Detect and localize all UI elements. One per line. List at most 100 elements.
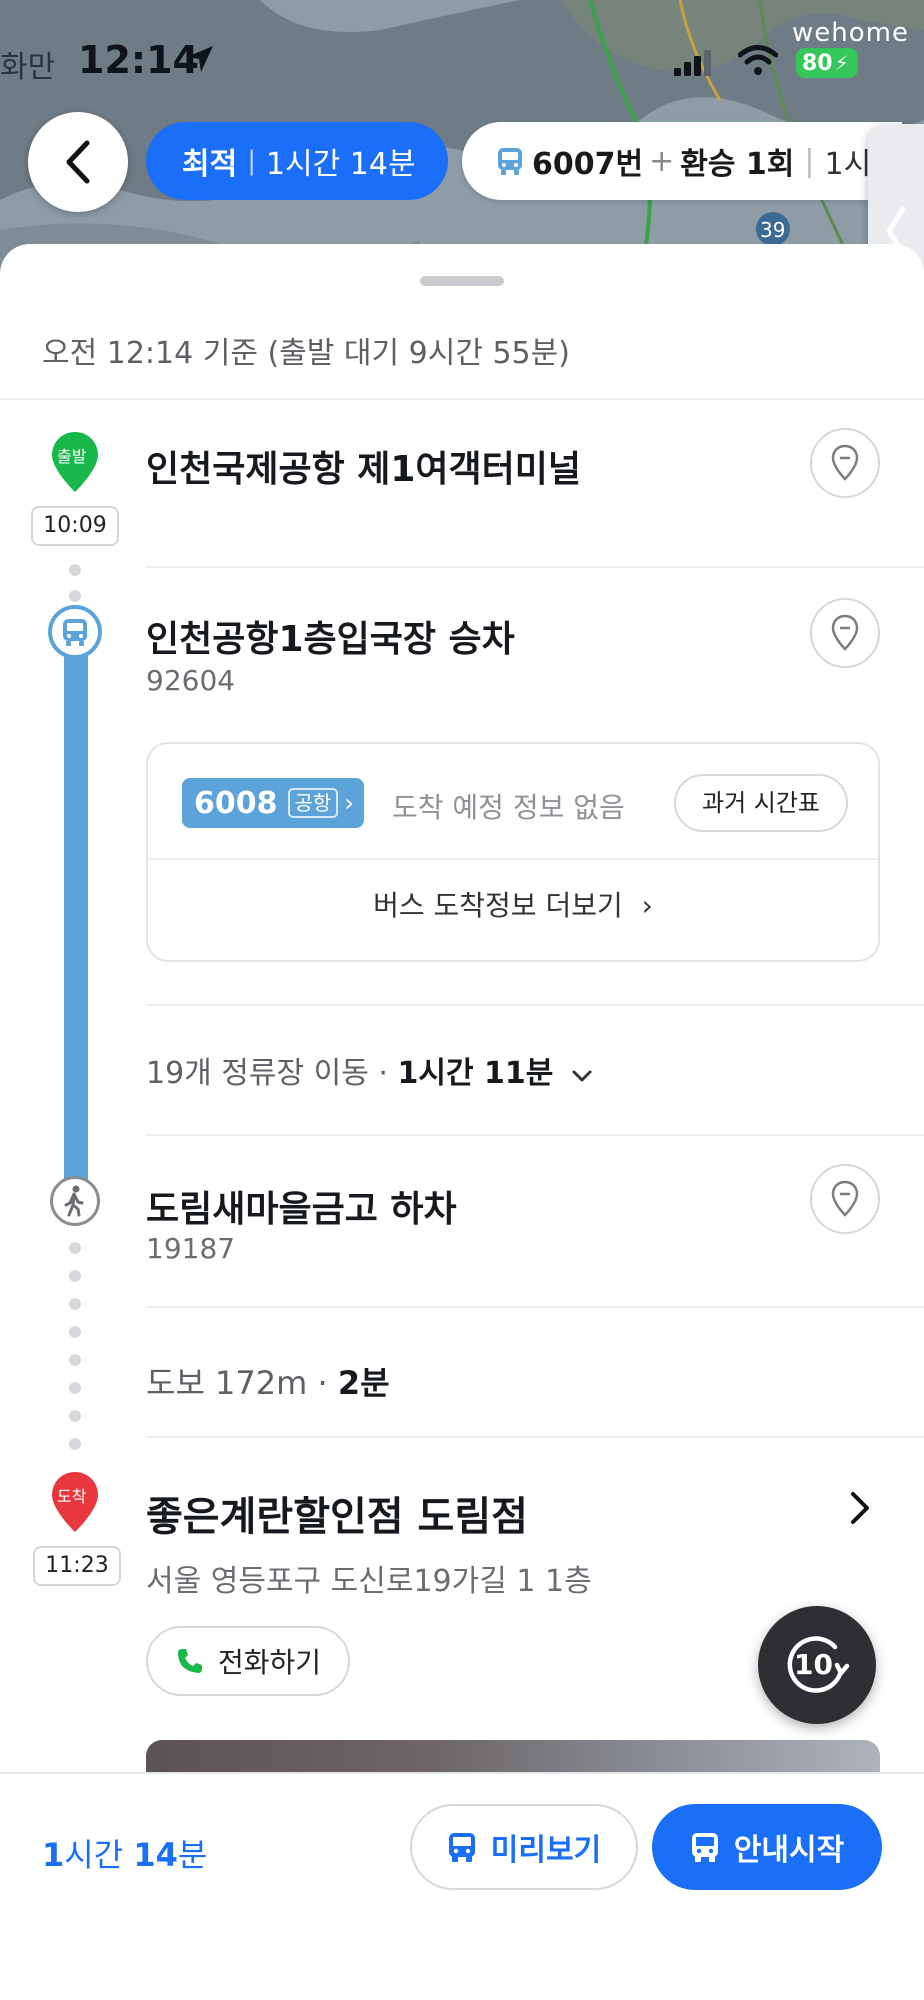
total-minutes-unit: 분 xyxy=(177,1836,208,1874)
chevron-left-icon xyxy=(66,140,90,184)
past-timetable-button[interactable]: 과거 시간표 xyxy=(674,774,848,832)
timeline-dot xyxy=(69,1382,81,1394)
location-arrow-icon xyxy=(185,44,215,78)
map-pin-icon xyxy=(831,444,859,481)
more-link-label: 버스 도착정보 더보기 xyxy=(373,889,623,922)
divider xyxy=(146,1436,924,1438)
alight-stop-map-pin-button[interactable] xyxy=(810,1164,880,1234)
replay-label: 10 xyxy=(794,1648,833,1681)
chevron-right-icon: › xyxy=(641,889,653,922)
destination-pin-label: 도착 xyxy=(57,1487,87,1506)
pill-separator: | xyxy=(247,146,256,176)
alt-bus-number: 6007번 xyxy=(532,147,644,182)
call-button[interactable]: 전화하기 xyxy=(146,1626,350,1696)
divider xyxy=(146,1306,924,1308)
start-navigation-button[interactable]: 안내시작 xyxy=(652,1804,882,1890)
timeline-dot xyxy=(69,564,81,576)
watermark-logo: wehome xyxy=(792,18,909,48)
route-best-label: 최적 xyxy=(182,147,238,182)
bus-icon xyxy=(498,148,522,175)
bus-icon xyxy=(691,1833,718,1862)
destination-name: 좋은계란할인점 도림점 xyxy=(146,1494,528,1540)
preview-button[interactable]: 미리보기 xyxy=(410,1804,638,1890)
start-label: 안내시작 xyxy=(733,1833,845,1868)
dot-separator: · xyxy=(378,1056,398,1091)
bus-arrival-more-link[interactable]: 버스 도착정보 더보기 › xyxy=(148,884,878,924)
segment-toggle[interactable]: 19개 정류장 이동 · 1시간 11분 xyxy=(146,1048,593,1092)
road-number-badge: 39 xyxy=(760,218,786,242)
dot-separator: · xyxy=(317,1364,338,1402)
timeline-dot xyxy=(69,1242,81,1254)
cellular-signal-icon xyxy=(674,50,714,80)
alight-stop-id: 19187 xyxy=(146,1232,236,1265)
origin-time: 10:09 xyxy=(31,506,119,546)
board-stop-name: 인천공항1층입국장 승차 xyxy=(146,619,515,660)
bus-icon xyxy=(63,619,87,646)
battery-level: 80 xyxy=(802,51,833,76)
pill-separator: | xyxy=(804,143,815,179)
walk-distance: 도보 172m xyxy=(146,1364,308,1402)
phone-icon xyxy=(178,1649,202,1673)
divider xyxy=(146,1004,924,1006)
back-button[interactable] xyxy=(28,112,128,212)
bus-number: 6008 xyxy=(194,785,278,821)
bus-type: 공항 xyxy=(287,788,339,818)
total-hours-unit: 시간 xyxy=(64,1836,124,1874)
total-duration: 1시간 14분 xyxy=(42,1830,207,1876)
chevron-right-icon: › xyxy=(344,789,354,817)
divider xyxy=(148,858,878,860)
route-best-duration: 1시간 14분 xyxy=(265,147,416,182)
bus-icon xyxy=(448,1833,475,1862)
segment-stops: 19개 정류장 이동 xyxy=(146,1056,369,1091)
walk-duration: 2분 xyxy=(337,1364,390,1402)
bus-arrival-card: 6008 공항 › 도착 예정 정보 없음 과거 시간표 버스 도착정보 더보기… xyxy=(146,742,880,962)
departure-info: 오전 12:14 기준 (출발 대기 9시간 55분) xyxy=(42,336,570,371)
board-stop-map-pin-button[interactable] xyxy=(810,598,880,668)
replay-10-button[interactable]: 10 xyxy=(758,1606,876,1724)
bottom-action-bar: 1시간 14분 미리보기 안내시작 xyxy=(0,1772,924,2000)
wifi-icon xyxy=(737,44,779,80)
timeline-dot xyxy=(69,1326,81,1338)
board-stop-id: 92604 xyxy=(146,664,236,697)
chevron-down-icon xyxy=(572,1070,592,1082)
battery-indicator: 80 ⚡ xyxy=(796,48,858,78)
walk-segment-info: 도보 172m · 2분 xyxy=(146,1358,390,1404)
timeline-dot xyxy=(69,1354,81,1366)
status-bar: 화만 12:14 wehome 80 ⚡ xyxy=(0,0,924,110)
arrival-status: 도착 예정 정보 없음 xyxy=(392,791,625,824)
divider xyxy=(0,398,924,400)
origin-map-pin-button[interactable] xyxy=(810,428,880,498)
sheet-grabber[interactable] xyxy=(420,276,504,286)
chevron-right-icon[interactable] xyxy=(848,1490,872,1526)
preview-label: 미리보기 xyxy=(490,1833,602,1868)
divider xyxy=(146,1134,924,1136)
destination-address: 서울 영등포구 도신로19가길 1 1층 xyxy=(146,1564,592,1599)
origin-pin-label: 출발 xyxy=(57,447,87,466)
timeline-dot xyxy=(69,1410,81,1422)
route-option-alt[interactable]: 6007번 + 환승 1회 | 1시간 xyxy=(462,122,902,200)
total-minutes: 14 xyxy=(133,1836,178,1874)
timeline-dot xyxy=(69,1438,81,1450)
map-pin-icon xyxy=(831,1180,859,1217)
divider xyxy=(146,566,924,568)
alight-stop-name: 도림새마을금고 하차 xyxy=(146,1189,457,1230)
bus-route-line xyxy=(64,648,88,1184)
status-time: 12:14 xyxy=(78,38,199,82)
plus-separator: + xyxy=(649,143,675,179)
bus-stop-marker xyxy=(48,605,102,659)
charging-bolt-icon: ⚡ xyxy=(834,51,849,75)
segment-duration: 1시간 11분 xyxy=(397,1056,554,1091)
timeline-dot xyxy=(69,590,81,602)
bus-number-badge[interactable]: 6008 공항 › xyxy=(182,778,364,828)
walking-person-icon xyxy=(64,1185,84,1217)
timeline-dot xyxy=(69,1298,81,1310)
map-place-label: 화만 xyxy=(0,50,56,85)
total-hours: 1 xyxy=(42,1836,65,1874)
alight-marker xyxy=(50,1176,100,1226)
route-option-best[interactable]: 최적 | 1시간 14분 xyxy=(146,122,448,200)
route-detail-sheet: 오전 12:14 기준 (출발 대기 9시간 55분) xyxy=(0,244,924,2000)
timeline-dot xyxy=(69,1270,81,1282)
map-pin-icon xyxy=(831,614,859,651)
alt-transfer-count: 환승 1회 xyxy=(680,147,795,182)
origin-name: 인천국제공항 제1여객터미널 xyxy=(146,449,582,490)
